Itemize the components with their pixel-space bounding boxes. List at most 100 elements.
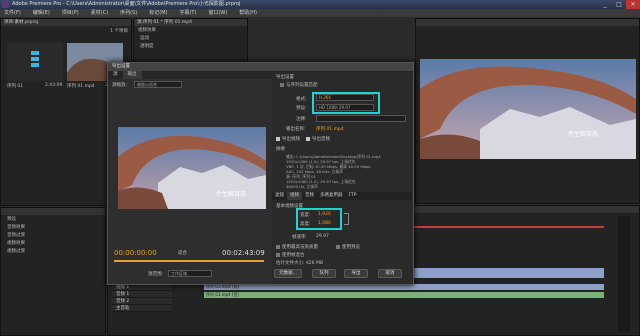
comment-label: 注释: — [296, 117, 307, 122]
title-bar: Adobe Premiere Pro - C:\Users\Administra… — [0, 0, 640, 9]
cancel-button[interactable]: 取消 — [378, 269, 402, 278]
work-area-bar[interactable] — [414, 226, 604, 228]
output-name-link[interactable]: 序列 01.mp4 — [316, 126, 344, 132]
clip-name: 序列 01.mp4 — [67, 84, 95, 89]
tab-multiplexer[interactable]: 多路复用器 — [317, 192, 346, 200]
track-video-1[interactable]: 视频 1 — [112, 284, 172, 291]
source-range-select[interactable]: 工作区域 — [168, 270, 212, 277]
max-render-checkbox[interactable]: 使用最高渲染质量 — [276, 244, 318, 250]
framerate-value[interactable]: 29.97 — [316, 234, 329, 239]
tab-video[interactable]: 视频 — [287, 192, 302, 200]
menu-project[interactable]: 项目(P) — [62, 9, 79, 17]
max-render-label: 使用最高渲染质量 — [282, 245, 318, 250]
match-sequence-checkbox[interactable]: 与序列设置匹配 — [280, 82, 318, 88]
use-preview-label: 使用预览 — [342, 245, 360, 250]
use-preview-checkbox[interactable]: 使用预览 — [336, 244, 360, 250]
preset-label: 预设: — [296, 106, 307, 111]
lower-tabs: 滤镜 视频 音频 多路复用器 FTP — [272, 192, 412, 200]
frame-blend-label: 使用帧混合 — [282, 253, 305, 258]
effects-item-presets[interactable]: 预设 — [1, 215, 105, 223]
close-button[interactable]: ✕ — [626, 0, 640, 9]
track-master[interactable]: 主音轨 — [112, 305, 172, 312]
tab-filters[interactable]: 滤镜 — [272, 192, 287, 200]
width-label: 宽度: — [300, 213, 311, 218]
preset-select[interactable]: HD 1080i 29.97 — [316, 104, 374, 111]
sequence-icon — [31, 51, 39, 73]
export-settings-dialog: 导出设置 源 输出 源缩放: 缩放以适合 乔生聊百态 00:00:00:00 适… — [107, 62, 414, 285]
fit-select[interactable]: 适合 — [178, 250, 187, 256]
track-headers: 视频 1 音频 1 音频 2 主音轨 — [112, 284, 172, 312]
tab-source[interactable]: 源 — [108, 71, 123, 79]
menu-window[interactable]: 窗口(W) — [208, 9, 227, 17]
premiere-logo-icon — [2, 1, 9, 8]
effects-tab[interactable] — [1, 208, 105, 215]
menu-title[interactable]: 字幕(T) — [179, 9, 196, 17]
program-monitor: 乔生聊百态 — [415, 18, 640, 204]
link-dimensions-icon[interactable] — [344, 213, 349, 225]
maximize-button[interactable]: □ — [612, 0, 626, 9]
sequence-duration: 2:43:09 — [45, 83, 63, 88]
menu-marker[interactable]: 标记(M) — [149, 9, 167, 17]
output-name-label: 输出名称: — [286, 127, 306, 132]
program-video-frame — [420, 59, 636, 159]
sequence-name: 序列 01 — [7, 84, 24, 89]
dialog-title: 导出设置 — [108, 63, 413, 71]
effects-item-audio-effects[interactable]: 音频效果 — [1, 223, 105, 231]
menu-sequence[interactable]: 序列(S) — [120, 9, 137, 17]
metadata-button[interactable]: 元数据... — [274, 269, 302, 278]
export-audio-label: 导出音频 — [312, 137, 330, 142]
menu-help[interactable]: 帮助(H) — [239, 9, 257, 17]
window-title: Adobe Premiere Pro - C:\Users\Administra… — [12, 1, 241, 7]
tab-audio[interactable]: 音频 — [302, 192, 317, 200]
menu-file[interactable]: 文件(F) — [4, 9, 21, 17]
timeline-audio-clip[interactable]: 序列 01.mp4 [音] — [204, 292, 604, 298]
estimated-file-size: 估计文件大小: 426 MB — [276, 261, 323, 266]
menu-edit[interactable]: 编辑(E) — [33, 9, 50, 17]
export-audio-checkbox[interactable]: 导出音频 — [306, 136, 330, 142]
comment-input[interactable] — [316, 115, 406, 122]
height-label: 高度: — [300, 222, 311, 227]
queue-button[interactable]: 队列 — [312, 269, 336, 278]
project-count: 1 个项目 — [110, 29, 128, 34]
video-clip-right[interactable] — [414, 268, 604, 278]
menu-bar: 文件(F) 编辑(E) 项目(P) 素材(C) 序列(S) 标记(M) 字幕(T… — [0, 9, 640, 17]
sequence-thumbnail[interactable] — [7, 43, 63, 81]
format-label: 格式: — [296, 97, 307, 102]
timecode-out: 00:02:43:09 — [222, 249, 265, 257]
preview-watermark: 乔生聊百态 — [216, 191, 247, 198]
settings-pane: 导出设置 与序列设置匹配 格式: H.264 预设: HD 1080i 29.9… — [272, 72, 412, 284]
effect-row-opacity[interactable]: 透明度 — [134, 42, 247, 50]
effects-item-video-effects[interactable]: 视频效果 — [1, 239, 105, 247]
window-controls: _ □ ✕ — [598, 0, 640, 9]
summary-heading[interactable]: 摘要 — [276, 146, 285, 152]
export-video-checkbox[interactable]: 导出视频 — [276, 136, 300, 142]
summary-text: 输出: C:\Users\Administrator\Desktop\序列 01… — [286, 154, 381, 189]
track-audio-1[interactable]: 音频 1 — [112, 291, 172, 298]
effect-row-motion[interactable]: 运动 — [134, 34, 247, 42]
source-tab[interactable]: 源:序列 01 * 序列 01.mp4 — [134, 19, 247, 26]
frame-blend-checkbox[interactable]: 使用帧混合 — [276, 252, 305, 258]
export-settings-section[interactable]: 导出设置 — [276, 74, 294, 80]
tab-ftp[interactable]: FTP — [346, 192, 360, 200]
height-value[interactable]: 1,080 — [318, 221, 331, 226]
format-select[interactable]: H.264 — [316, 94, 374, 101]
framerate-label: 帧速率: — [292, 235, 308, 240]
effect-controls-panel: 源:序列 01 * 序列 01.mp4 视频效果 运动 透明度 — [133, 18, 248, 63]
track-audio-2[interactable]: 音频 2 — [112, 298, 172, 305]
tab-output[interactable]: 输出 — [122, 71, 142, 79]
project-tab[interactable]: 项目:素材.prproj — [1, 19, 131, 26]
program-tab[interactable] — [416, 19, 639, 26]
source-range-label: 源范围: — [148, 272, 164, 277]
export-video-label: 导出视频 — [282, 137, 300, 142]
timeline-scrubber[interactable] — [114, 260, 264, 262]
summary-source-2: 48000 Hz, 立体声 — [286, 184, 318, 189]
source-scale-select[interactable]: 缩放以适合 — [134, 81, 182, 88]
minimize-button[interactable]: _ — [598, 0, 612, 9]
width-value[interactable]: 1,920 — [318, 212, 331, 217]
effects-item-audio-transitions[interactable]: 音频过渡 — [1, 231, 105, 239]
timecode-in[interactable]: 00:00:00:00 — [114, 249, 157, 257]
effects-panel: 预设 音频效果 音频过渡 视频效果 视频过渡 — [0, 207, 106, 336]
effects-item-video-transitions[interactable]: 视频过渡 — [1, 247, 105, 255]
export-button[interactable]: 导出 — [344, 269, 368, 278]
menu-clip[interactable]: 素材(C) — [91, 9, 108, 17]
